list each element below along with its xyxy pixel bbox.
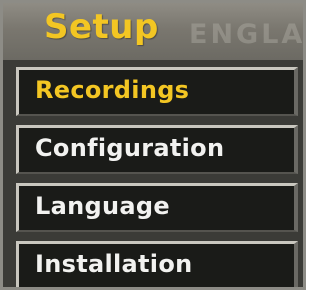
- menu-item-label: Recordings: [35, 76, 190, 104]
- menu-item-label: Configuration: [35, 134, 225, 162]
- menu-title: Setup: [44, 7, 159, 47]
- menu-item-installation[interactable]: Installation: [16, 241, 298, 287]
- menu-item-configuration[interactable]: Configuration: [16, 125, 298, 174]
- background-language-text: ENGLA: [189, 19, 305, 50]
- menu-item-label: Language: [35, 192, 170, 220]
- menu-item-language[interactable]: Language: [16, 183, 298, 232]
- menu-item-label: Installation: [35, 250, 193, 278]
- setup-menu-panel: ENGLA Setup Recordings Configuration Lan…: [0, 0, 306, 290]
- menu-header: ENGLA Setup: [3, 3, 303, 60]
- menu-item-recordings[interactable]: Recordings: [16, 67, 298, 116]
